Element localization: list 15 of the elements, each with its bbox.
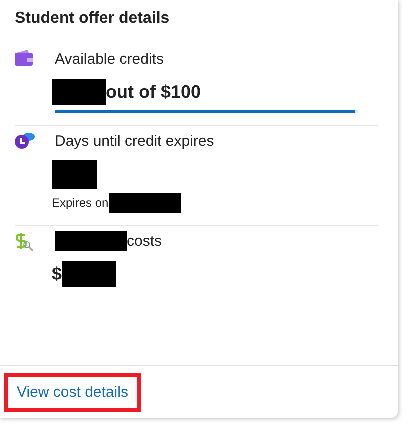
clock-icon <box>15 132 35 150</box>
expiry-note: Expires on <box>52 196 109 210</box>
section-value: out of $100 <box>106 82 202 102</box>
section-label: Available credits <box>55 50 164 68</box>
section-label: Days until credit expires <box>55 132 214 150</box>
redaction-block <box>52 160 97 189</box>
redaction-block <box>55 231 127 251</box>
redaction-block <box>62 261 116 287</box>
cost-search-icon <box>15 232 35 252</box>
wallet-icon <box>15 50 33 66</box>
section-label: costs <box>127 232 162 250</box>
card-title: Student offer details <box>15 9 171 29</box>
redaction-block <box>52 79 106 105</box>
section-value: $ <box>52 264 62 284</box>
cost-details-link[interactable]: View cost details <box>4 372 142 412</box>
